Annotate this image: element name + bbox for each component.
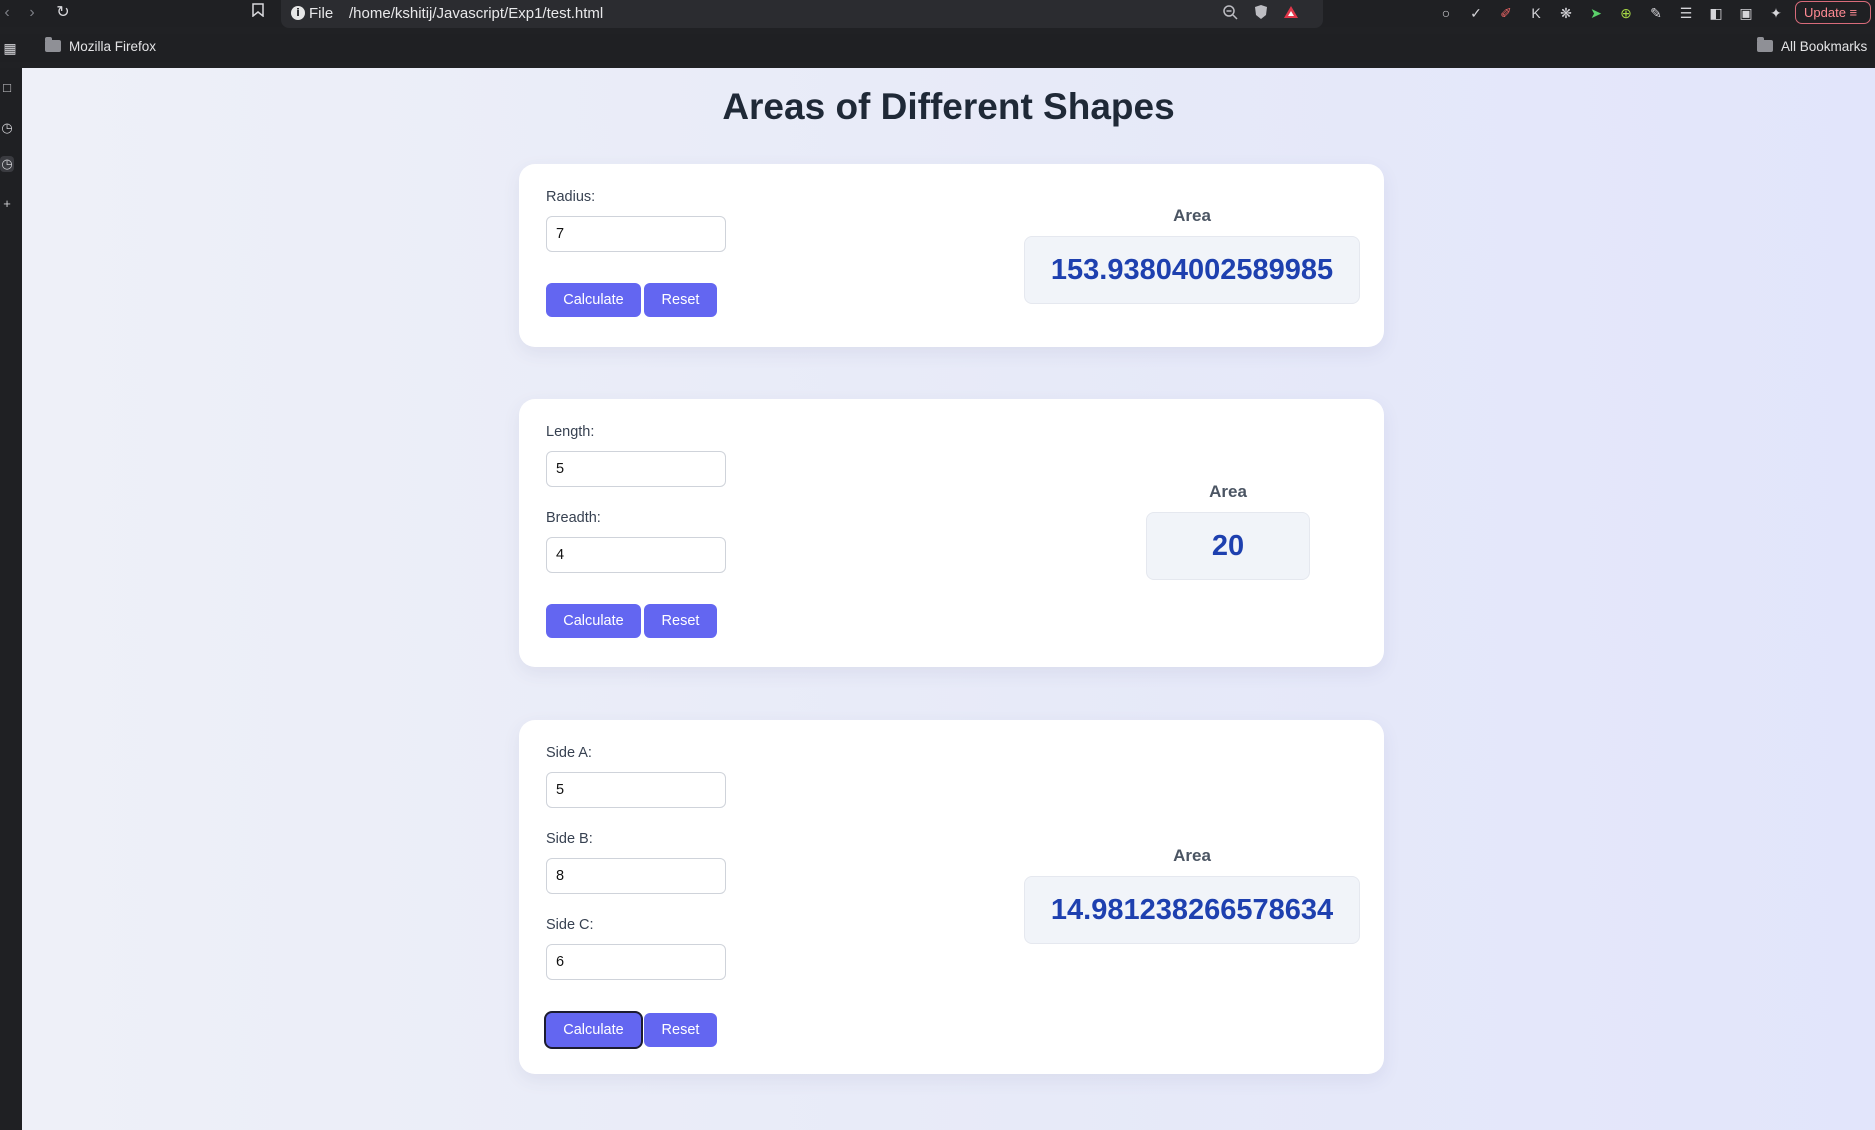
side-b-input[interactable] (546, 858, 726, 894)
extension-k-icon[interactable]: K (1526, 3, 1546, 23)
extensions-puzzle-icon[interactable]: ☰ (1676, 3, 1696, 23)
extension-plus-icon[interactable]: ⊕ (1616, 3, 1636, 23)
forward-icon[interactable]: › (22, 3, 42, 23)
result-value: 153.93804002589985 (1024, 236, 1360, 304)
update-button[interactable]: Update ≡ (1795, 1, 1871, 24)
reading-list-icon[interactable]: ◷ (0, 156, 14, 172)
result-title: Area (1209, 482, 1247, 501)
page-content: Areas of Different Shapes Radius: Calcul… (22, 68, 1875, 1130)
brave-rewards-icon[interactable] (1281, 4, 1301, 24)
add-panel-icon[interactable]: + (0, 196, 14, 212)
reset-button[interactable]: Reset (644, 1013, 717, 1047)
side-panel: □ ◷ ◷ + (0, 68, 22, 1130)
back-icon[interactable]: ‹ (0, 3, 17, 23)
update-label: Update (1804, 5, 1846, 20)
info-icon[interactable]: i (291, 6, 305, 20)
bookmarks-panel-icon[interactable]: □ (0, 80, 14, 96)
breadth-input[interactable] (546, 537, 726, 573)
history-panel-icon[interactable]: ◷ (0, 120, 14, 136)
side-b-label: Side B: (546, 831, 593, 847)
radius-input[interactable] (546, 216, 726, 252)
extension-pen-icon[interactable]: ✐ (1496, 3, 1516, 23)
side-a-label: Side A: (546, 745, 592, 761)
extension-picker-icon[interactable]: ✎ (1646, 3, 1666, 23)
breadth-label: Breadth: (546, 510, 601, 526)
bookmarks-bar: ▦ Mozilla Firefox All Bookmarks (0, 34, 1875, 62)
length-label: Length: (546, 424, 595, 440)
extension-glasses-icon[interactable]: ○ (1436, 3, 1456, 23)
reload-icon[interactable]: ↻ (53, 3, 73, 23)
url-text[interactable]: /home/kshitij/Javascript/Exp1/test.html (349, 5, 603, 22)
rectangle-card: Length: Breadth: Calculate Reset Area 20 (519, 399, 1384, 667)
bookmark-mozilla-firefox[interactable]: Mozilla Firefox (45, 37, 157, 54)
calculate-button[interactable]: Calculate (546, 604, 641, 638)
calculate-button[interactable]: Calculate (546, 283, 641, 317)
reset-button[interactable]: Reset (644, 283, 717, 317)
apps-grid-icon[interactable]: ▦ (0, 38, 20, 58)
result-value: 14.981238266578634 (1024, 876, 1360, 944)
side-c-input[interactable] (546, 944, 726, 980)
page-title: Areas of Different Shapes (722, 86, 1175, 127)
folder-icon (45, 37, 61, 52)
triangle-card: Side A: Side B: Side C: Calculate Reset … (519, 720, 1384, 1074)
zoom-icon[interactable] (1220, 4, 1240, 24)
bookmark-label: Mozilla Firefox (69, 39, 157, 54)
result-title: Area (1173, 206, 1211, 225)
address-bar[interactable]: i File /home/kshitij/Javascript/Exp1/tes… (281, 0, 1323, 28)
side-c-label: Side C: (546, 917, 594, 933)
browser-toolbar: ‹ › ↻ i File /home/kshitij/Javascript/Ex… (0, 0, 1875, 28)
extension-check-icon[interactable]: ✓ (1466, 3, 1486, 23)
sidebar-toggle-icon[interactable]: ◧ (1706, 3, 1726, 23)
radius-label: Radius: (546, 189, 596, 205)
result-title: Area (1173, 846, 1211, 865)
calculate-button[interactable]: Calculate (546, 1013, 641, 1047)
result-value: 20 (1146, 512, 1310, 580)
extension-react-icon[interactable]: ❋ (1556, 3, 1576, 23)
folder-icon (1757, 37, 1773, 52)
length-input[interactable] (546, 451, 726, 487)
leo-ai-icon[interactable]: ✦ (1766, 3, 1786, 23)
circle-card: Radius: Calculate Reset Area 153.9380400… (519, 164, 1384, 347)
extension-cursor-icon[interactable]: ➤ (1586, 3, 1606, 23)
bookmark-icon[interactable] (248, 3, 268, 23)
bookmark-all-bookmarks[interactable]: All Bookmarks (1757, 37, 1868, 54)
side-a-input[interactable] (546, 772, 726, 808)
reset-button[interactable]: Reset (644, 604, 717, 638)
bookmark-label: All Bookmarks (1781, 39, 1868, 54)
brave-shield-icon[interactable] (1251, 4, 1271, 24)
url-scheme: File (309, 5, 334, 22)
wallet-icon[interactable]: ▣ (1736, 3, 1756, 23)
